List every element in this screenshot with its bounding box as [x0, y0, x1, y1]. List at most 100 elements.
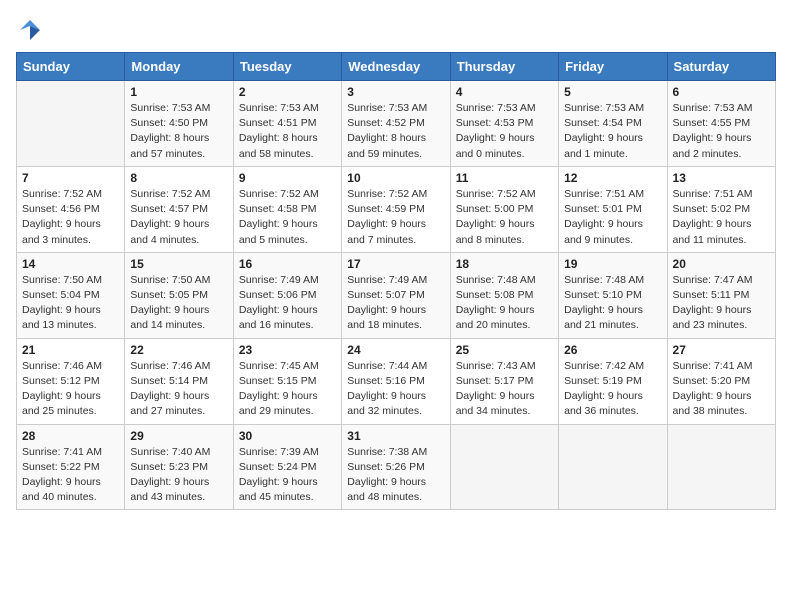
calendar-week-row: 21 Sunrise: 7:46 AM Sunset: 5:12 PM Dayli… — [17, 338, 776, 424]
calendar-week-row: 28 Sunrise: 7:41 AM Sunset: 5:22 PM Dayli… — [17, 424, 776, 510]
day-info: Sunrise: 7:53 AM Sunset: 4:50 PM Dayligh… — [130, 101, 227, 162]
header-monday: Monday — [125, 53, 233, 81]
header-thursday: Thursday — [450, 53, 558, 81]
calendar-cell: 13 Sunrise: 7:51 AM Sunset: 5:02 PM Dayli… — [667, 166, 775, 252]
day-info: Sunrise: 7:53 AM Sunset: 4:52 PM Dayligh… — [347, 101, 444, 162]
day-info: Sunrise: 7:52 AM Sunset: 4:59 PM Dayligh… — [347, 187, 444, 248]
calendar-cell: 15 Sunrise: 7:50 AM Sunset: 5:05 PM Dayli… — [125, 252, 233, 338]
day-number: 5 — [564, 85, 661, 99]
day-number: 17 — [347, 257, 444, 271]
calendar-cell: 14Sunrise: 7:50 AM Sunset: 5:04 PM Dayli… — [17, 252, 125, 338]
day-info: Sunrise: 7:51 AM Sunset: 5:02 PM Dayligh… — [673, 187, 770, 248]
day-number: 6 — [673, 85, 770, 99]
day-number: 1 — [130, 85, 227, 99]
day-info: Sunrise: 7:40 AM Sunset: 5:23 PM Dayligh… — [130, 445, 227, 506]
calendar-cell: 5 Sunrise: 7:53 AM Sunset: 4:54 PM Daylig… — [559, 81, 667, 167]
day-number: 28 — [22, 429, 119, 443]
day-info: Sunrise: 7:41 AM Sunset: 5:20 PM Dayligh… — [673, 359, 770, 420]
day-number: 29 — [130, 429, 227, 443]
calendar-cell: 3 Sunrise: 7:53 AM Sunset: 4:52 PM Daylig… — [342, 81, 450, 167]
day-number: 21 — [22, 343, 119, 357]
page-header — [16, 16, 776, 44]
day-info: Sunrise: 7:53 AM Sunset: 4:51 PM Dayligh… — [239, 101, 336, 162]
day-number: 7 — [22, 171, 119, 185]
day-number: 13 — [673, 171, 770, 185]
calendar-week-row: 1 Sunrise: 7:53 AM Sunset: 4:50 PM Daylig… — [17, 81, 776, 167]
day-info: Sunrise: 7:53 AM Sunset: 4:55 PM Dayligh… — [673, 101, 770, 162]
day-number: 20 — [673, 257, 770, 271]
day-number: 15 — [130, 257, 227, 271]
header-wednesday: Wednesday — [342, 53, 450, 81]
day-number: 18 — [456, 257, 553, 271]
day-number: 12 — [564, 171, 661, 185]
calendar-cell: 28 Sunrise: 7:41 AM Sunset: 5:22 PM Dayli… — [17, 424, 125, 510]
day-number: 2 — [239, 85, 336, 99]
day-number: 4 — [456, 85, 553, 99]
day-number: 19 — [564, 257, 661, 271]
header-saturday: Saturday — [667, 53, 775, 81]
calendar-cell: 19 Sunrise: 7:48 AM Sunset: 5:10 PM Dayli… — [559, 252, 667, 338]
day-info: Sunrise: 7:48 AM Sunset: 5:10 PM Dayligh… — [564, 273, 661, 334]
day-number: 10 — [347, 171, 444, 185]
day-info: Sunrise: 7:44 AM Sunset: 5:16 PM Dayligh… — [347, 359, 444, 420]
day-info: Sunrise: 7:38 AM Sunset: 5:26 PM Dayligh… — [347, 445, 444, 506]
day-number: 22 — [130, 343, 227, 357]
calendar-cell: 10 Sunrise: 7:52 AM Sunset: 4:59 PM Dayli… — [342, 166, 450, 252]
calendar-cell: 23Sunrise: 7:45 AM Sunset: 5:15 PM Dayli… — [233, 338, 341, 424]
header-tuesday: Tuesday — [233, 53, 341, 81]
day-number: 27 — [673, 343, 770, 357]
day-info: Sunrise: 7:49 AM Sunset: 5:06 PM Dayligh… — [239, 273, 336, 334]
day-number: 3 — [347, 85, 444, 99]
day-info: Sunrise: 7:53 AM Sunset: 4:53 PM Dayligh… — [456, 101, 553, 162]
day-info: Sunrise: 7:46 AM Sunset: 5:12 PM Dayligh… — [22, 359, 119, 420]
calendar-cell: 25 Sunrise: 7:43 AM Sunset: 5:17 PM Dayli… — [450, 338, 558, 424]
day-number: 8 — [130, 171, 227, 185]
calendar-table: SundayMondayTuesdayWednesdayThursdayFrid… — [16, 52, 776, 510]
calendar-cell: 1 Sunrise: 7:53 AM Sunset: 4:50 PM Daylig… — [125, 81, 233, 167]
calendar-cell: 17Sunrise: 7:49 AM Sunset: 5:07 PM Dayli… — [342, 252, 450, 338]
calendar-cell: 27 Sunrise: 7:41 AM Sunset: 5:20 PM Dayli… — [667, 338, 775, 424]
calendar-cell — [450, 424, 558, 510]
calendar-header-row: SundayMondayTuesdayWednesdayThursdayFrid… — [17, 53, 776, 81]
day-info: Sunrise: 7:52 AM Sunset: 4:58 PM Dayligh… — [239, 187, 336, 248]
day-info: Sunrise: 7:50 AM Sunset: 5:05 PM Dayligh… — [130, 273, 227, 334]
day-info: Sunrise: 7:46 AM Sunset: 5:14 PM Dayligh… — [130, 359, 227, 420]
day-info: Sunrise: 7:41 AM Sunset: 5:22 PM Dayligh… — [22, 445, 119, 506]
calendar-cell: 18 Sunrise: 7:48 AM Sunset: 5:08 PM Dayli… — [450, 252, 558, 338]
day-info: Sunrise: 7:51 AM Sunset: 5:01 PM Dayligh… — [564, 187, 661, 248]
calendar-cell: 29 Sunrise: 7:40 AM Sunset: 5:23 PM Dayli… — [125, 424, 233, 510]
calendar-cell: 2 Sunrise: 7:53 AM Sunset: 4:51 PM Daylig… — [233, 81, 341, 167]
day-number: 24 — [347, 343, 444, 357]
calendar-cell: 4 Sunrise: 7:53 AM Sunset: 4:53 PM Daylig… — [450, 81, 558, 167]
day-info: Sunrise: 7:52 AM Sunset: 4:56 PM Dayligh… — [22, 187, 119, 248]
day-info: Sunrise: 7:43 AM Sunset: 5:17 PM Dayligh… — [456, 359, 553, 420]
calendar-cell — [559, 424, 667, 510]
header-friday: Friday — [559, 53, 667, 81]
calendar-cell: 20Sunrise: 7:47 AM Sunset: 5:11 PM Dayli… — [667, 252, 775, 338]
day-number: 23 — [239, 343, 336, 357]
day-info: Sunrise: 7:52 AM Sunset: 5:00 PM Dayligh… — [456, 187, 553, 248]
day-info: Sunrise: 7:48 AM Sunset: 5:08 PM Dayligh… — [456, 273, 553, 334]
day-number: 25 — [456, 343, 553, 357]
day-number: 31 — [347, 429, 444, 443]
day-info: Sunrise: 7:52 AM Sunset: 4:57 PM Dayligh… — [130, 187, 227, 248]
calendar-cell: 30Sunrise: 7:39 AM Sunset: 5:24 PM Dayli… — [233, 424, 341, 510]
day-number: 9 — [239, 171, 336, 185]
calendar-cell: 9 Sunrise: 7:52 AM Sunset: 4:58 PM Daylig… — [233, 166, 341, 252]
day-info: Sunrise: 7:42 AM Sunset: 5:19 PM Dayligh… — [564, 359, 661, 420]
calendar-cell: 8 Sunrise: 7:52 AM Sunset: 4:57 PM Daylig… — [125, 166, 233, 252]
calendar-week-row: 7 Sunrise: 7:52 AM Sunset: 4:56 PM Daylig… — [17, 166, 776, 252]
day-info: Sunrise: 7:53 AM Sunset: 4:54 PM Dayligh… — [564, 101, 661, 162]
calendar-cell: 16 Sunrise: 7:49 AM Sunset: 5:06 PM Dayli… — [233, 252, 341, 338]
day-number: 30 — [239, 429, 336, 443]
calendar-cell: 7 Sunrise: 7:52 AM Sunset: 4:56 PM Daylig… — [17, 166, 125, 252]
calendar-cell — [667, 424, 775, 510]
day-number: 11 — [456, 171, 553, 185]
header-sunday: Sunday — [17, 53, 125, 81]
logo — [16, 16, 48, 44]
calendar-cell: 12 Sunrise: 7:51 AM Sunset: 5:01 PM Dayli… — [559, 166, 667, 252]
calendar-cell: 26Sunrise: 7:42 AM Sunset: 5:19 PM Dayli… — [559, 338, 667, 424]
day-number: 16 — [239, 257, 336, 271]
calendar-week-row: 14Sunrise: 7:50 AM Sunset: 5:04 PM Dayli… — [17, 252, 776, 338]
logo-icon — [16, 16, 44, 44]
